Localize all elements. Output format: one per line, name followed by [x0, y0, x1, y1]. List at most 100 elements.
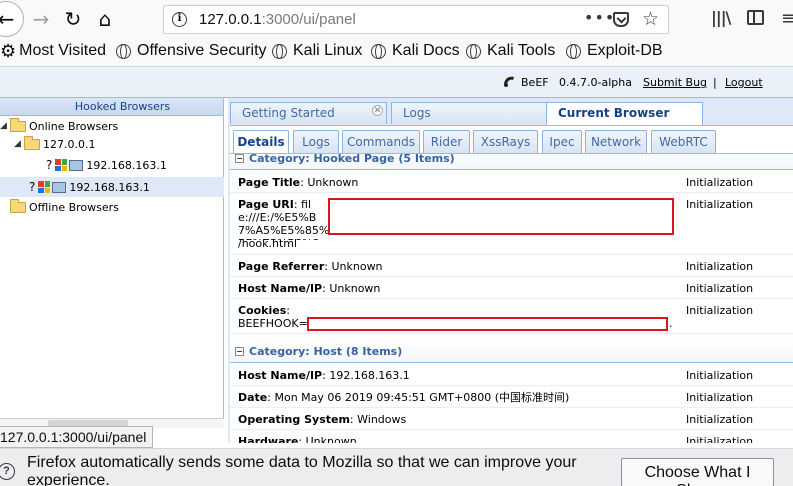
subtab-details[interactable]: Details — [233, 130, 289, 153]
bookmark-kali-docs[interactable]: Kali Docs — [371, 42, 460, 60]
bookmark-kali-linux[interactable]: Kali Linux — [272, 42, 362, 60]
tree-online-browsers[interactable]: ◢ Online Browsers — [0, 116, 118, 136]
detail-value-tail: /hook.html — [238, 237, 298, 250]
choose-what-i-share-button[interactable]: Choose What I Share — [621, 458, 774, 486]
tree-label: 127.0.0.1 — [43, 137, 96, 151]
detail-row[interactable]: Page URI: file:///E:/%E5%B7%A5%E5%85%B7%… — [230, 193, 793, 255]
bookmark-label: Kali Docs — [392, 42, 460, 59]
bookmark-label: Most Visited — [19, 42, 106, 59]
submit-bug-link[interactable]: Submit Bug — [643, 76, 707, 89]
detail-row[interactable]: Page Title: Unknown Initialization — [230, 171, 793, 193]
url-bar[interactable]: i 127.0.0.1:3000/ui/panel ••• ☆ — [163, 5, 669, 34]
pocket-icon[interactable] — [613, 12, 629, 27]
logout-link[interactable]: Logout — [725, 76, 763, 89]
subtab-network[interactable]: Network — [585, 130, 647, 153]
tab-label: Current Browser — [558, 106, 670, 120]
detail-source: Initialization — [686, 435, 754, 443]
app-name: BeEF — [521, 76, 549, 89]
tab-getting-started[interactable]: Getting Started ✕ — [230, 102, 387, 124]
detail-row[interactable]: Host Name/IP: Unknown Initialization — [230, 277, 793, 299]
detail-row[interactable]: Cookies: BEEFHOOK= . Initialization — [230, 299, 793, 334]
header-separator: | — [713, 76, 717, 89]
detail-row[interactable]: Page Referrer: Unknown Initialization — [230, 255, 793, 277]
star-icon[interactable]: ☆ — [642, 8, 659, 30]
subtab-ipec[interactable]: Ipec — [542, 130, 582, 153]
detail-key: Host Name/IP — [238, 369, 323, 382]
question-icon: ? — [29, 180, 36, 194]
details-grid: − Category: Hooked Page (5 Items) Page T… — [230, 153, 793, 443]
notification-bar: ? Firefox automatically sends some data … — [0, 448, 793, 486]
computer-icon — [69, 159, 84, 171]
forward-arrow-icon[interactable]: → — [26, 4, 56, 34]
app-version: 0.4.7.0-alpha — [559, 76, 632, 89]
detail-source: Initialization — [686, 413, 754, 426]
tree-offline-browsers[interactable]: Offline Browsers — [10, 197, 119, 217]
category-host[interactable]: − Category: Host (8 Items) — [230, 341, 793, 363]
status-url: 127.0.0.1:3000/ui/panel — [0, 426, 154, 448]
bookmark-most-visited[interactable]: ⚙ Most Visited — [0, 42, 106, 60]
question-icon: ? — [46, 158, 53, 172]
detail-key: Cookies — [238, 304, 287, 317]
home-icon[interactable]: ⌂ — [90, 4, 120, 34]
detail-row[interactable]: Operating System: Windows Initialization — [230, 408, 793, 430]
menu-icon[interactable]: ≡ — [781, 8, 793, 29]
detail-source: Initialization — [686, 176, 754, 189]
detail-row[interactable]: Date: Mon May 06 2019 09:45:51 GMT+0800 … — [230, 386, 793, 408]
collapse-arrow-icon[interactable]: ◢ — [14, 139, 24, 149]
close-icon[interactable]: ✕ — [372, 105, 383, 116]
detail-value: : Unknown — [298, 435, 357, 443]
tree-label: 192.168.163.1 — [69, 180, 150, 194]
detail-key: Host Name/IP — [238, 282, 323, 295]
library-icon[interactable]: |||\ — [711, 8, 731, 27]
sidebar-icon[interactable] — [747, 10, 764, 25]
subtab-commands[interactable]: Commands — [342, 130, 420, 153]
url-text[interactable]: 127.0.0.1:3000/ui/panel — [199, 11, 356, 28]
info-icon[interactable]: i — [172, 12, 187, 27]
url-host: 127.0.0.1 — [199, 11, 262, 28]
detail-key: Operating System — [238, 413, 350, 426]
detail-value: : Windows — [349, 413, 407, 426]
tab-current-browser[interactable]: Current Browser — [546, 102, 703, 125]
globe-icon — [466, 43, 481, 59]
tree-browser-entry[interactable]: ? 192.168.163.1 — [46, 155, 167, 175]
collapse-icon[interactable]: − — [235, 347, 244, 356]
subtab-logs[interactable]: Logs — [293, 130, 339, 153]
folder-icon — [24, 135, 40, 150]
detail-key: Date — [238, 391, 268, 404]
browser-toolbar: ← → ↻ ⌂ i 127.0.0.1:3000/ui/panel ••• ☆ … — [0, 0, 793, 38]
computer-icon — [52, 181, 67, 193]
detail-row[interactable]: Host Name/IP: 192.168.163.1 Initializati… — [230, 364, 793, 386]
detail-source: Initialization — [686, 198, 754, 211]
tree-browser-selected[interactable]: ? 192.168.163.1 — [0, 177, 224, 197]
category-label: Category: Hooked Page (5 Items) — [249, 153, 455, 165]
collapse-arrow-icon[interactable]: ◢ — [0, 121, 10, 131]
subtab-xssrays[interactable]: XssRays — [473, 130, 538, 153]
subtab-rider[interactable]: Rider — [423, 130, 470, 153]
tab-label: Getting Started — [242, 106, 335, 120]
panel-title: Hooked Browsers — [0, 98, 223, 116]
bookmark-label: Offensive Security — [137, 42, 267, 59]
more-icon[interactable]: ••• — [584, 8, 615, 27]
tree-host-group[interactable]: ◢ 127.0.0.1 — [14, 134, 95, 154]
back-arrow-icon[interactable]: ← — [0, 1, 24, 37]
bookmark-kali-tools[interactable]: Kali Tools — [466, 42, 555, 60]
tab-logs[interactable]: Logs — [391, 102, 553, 124]
bookmark-exploit-db[interactable]: Exploit-DB — [566, 42, 663, 60]
folder-icon — [10, 117, 26, 132]
bookmark-offensive-security[interactable]: Offensive Security — [116, 42, 267, 60]
tree-label: Online Browsers — [29, 119, 119, 133]
beef-logo-icon — [504, 76, 514, 87]
bookmark-label: Kali Tools — [487, 42, 556, 59]
collapse-icon[interactable]: − — [235, 154, 244, 163]
detail-value-tail: . — [669, 317, 673, 330]
redaction-box — [328, 198, 674, 235]
folder-icon — [10, 198, 26, 213]
tree-label: Offline Browsers — [29, 200, 119, 214]
subtab-webrtc[interactable]: WebRTC — [651, 130, 716, 153]
reload-icon[interactable]: ↻ — [58, 4, 88, 34]
bookmark-label: Exploit-DB — [587, 42, 663, 59]
category-hooked-page[interactable]: − Category: Hooked Page (5 Items) — [230, 153, 793, 170]
detail-key: Hardware — [238, 435, 299, 443]
detail-row[interactable]: Hardware: Unknown Initialization — [230, 430, 793, 443]
detail-value: : Unknown — [322, 282, 381, 295]
